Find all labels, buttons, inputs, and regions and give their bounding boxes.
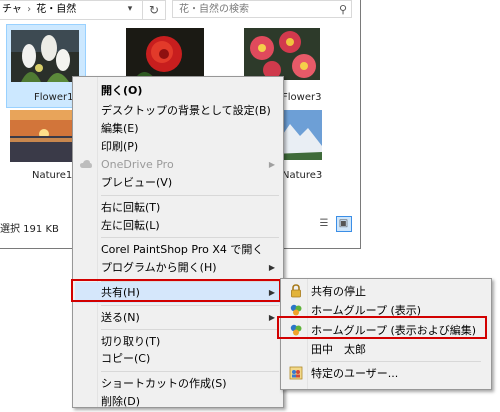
submenu-arrow-icon: ▶ bbox=[268, 263, 275, 272]
menu-separator bbox=[311, 361, 481, 362]
search-input[interactable]: 花・自然の検索 ⚲ bbox=[172, 0, 352, 18]
menu-separator bbox=[101, 329, 279, 330]
menu-separator bbox=[101, 195, 279, 196]
breadcrumb-item-pictures[interactable]: チャ bbox=[2, 4, 22, 15]
menu-item-open-with[interactable]: プログラムから開く(H) ▶ bbox=[75, 257, 281, 278]
chevron-down-icon[interactable]: ▾ bbox=[122, 1, 138, 17]
users-icon bbox=[289, 366, 303, 380]
lock-icon bbox=[291, 284, 301, 298]
menu-item-label: プログラムから開く(H) bbox=[101, 261, 217, 274]
file-name[interactable]: Nature3 bbox=[282, 170, 322, 181]
menu-item-label: 田中 太郎 bbox=[311, 343, 366, 356]
file-thumbnail-flower3[interactable] bbox=[244, 28, 320, 80]
menu-separator bbox=[101, 237, 279, 238]
cloud-icon bbox=[80, 160, 92, 168]
menu-item-preview[interactable]: プレビュー(V) bbox=[75, 172, 281, 193]
file-name[interactable]: Nature1 bbox=[32, 170, 72, 181]
status-bar-text: 選択 191 KB bbox=[0, 224, 59, 235]
address-bar: チャ › 花・自然 ▾ ↻ 花・自然の検索 ⚲ bbox=[0, 0, 354, 20]
refresh-icon[interactable]: ↻ bbox=[142, 0, 166, 20]
search-icon[interactable]: ⚲ bbox=[339, 1, 347, 19]
view-switcher: ☰ ▣ bbox=[316, 216, 352, 232]
highlight-box-homegroup-edit bbox=[277, 316, 487, 339]
menu-separator bbox=[101, 305, 279, 306]
menu-item-copy[interactable]: コピー(C) bbox=[75, 348, 281, 369]
homegroup-icon bbox=[290, 304, 302, 316]
search-placeholder: 花・自然の検索 bbox=[179, 4, 249, 15]
breadcrumb-separator: › bbox=[27, 4, 32, 15]
submenu-arrow-icon: ▶ bbox=[268, 313, 275, 322]
submenu-item-stop-sharing[interactable]: 共有の停止 bbox=[283, 281, 489, 302]
highlight-box-share bbox=[71, 279, 281, 302]
menu-item-rotate-left[interactable]: 左に回転(L) bbox=[75, 215, 281, 236]
menu-item-open[interactable]: 開く(O) bbox=[75, 80, 281, 101]
file-thumbnail-flower1[interactable] bbox=[11, 30, 79, 82]
menu-item-label: 送る(N) bbox=[101, 311, 140, 324]
submenu-item-specific-users[interactable]: 特定のユーザー... bbox=[283, 363, 489, 384]
menu-item-label: 共有の停止 bbox=[311, 285, 366, 298]
large-icons-view-icon[interactable]: ▣ bbox=[335, 216, 352, 232]
details-view-icon[interactable]: ☰ bbox=[316, 216, 332, 232]
file-thumbnail-flower2[interactable] bbox=[126, 28, 204, 80]
context-menu: 開く(O) デスクトップの背景として設定(B) 編集(E) 印刷(P) OneD… bbox=[72, 76, 284, 408]
file-name[interactable]: Flower1 bbox=[34, 92, 73, 103]
submenu-item-user-tanaka[interactable]: 田中 太郎 bbox=[283, 339, 489, 360]
breadcrumb-item-flowers-nature[interactable]: 花・自然 bbox=[36, 4, 76, 15]
menu-item-delete[interactable]: 削除(D) bbox=[75, 391, 281, 412]
menu-item-send-to[interactable]: 送る(N) ▶ bbox=[75, 307, 281, 328]
menu-separator bbox=[101, 371, 279, 372]
file-thumbnail-nature1[interactable] bbox=[10, 110, 72, 162]
menu-item-label: OneDrive Pro bbox=[101, 158, 174, 171]
file-name[interactable]: Flower3 bbox=[282, 92, 321, 103]
menu-item-label: 特定のユーザー... bbox=[311, 367, 399, 380]
